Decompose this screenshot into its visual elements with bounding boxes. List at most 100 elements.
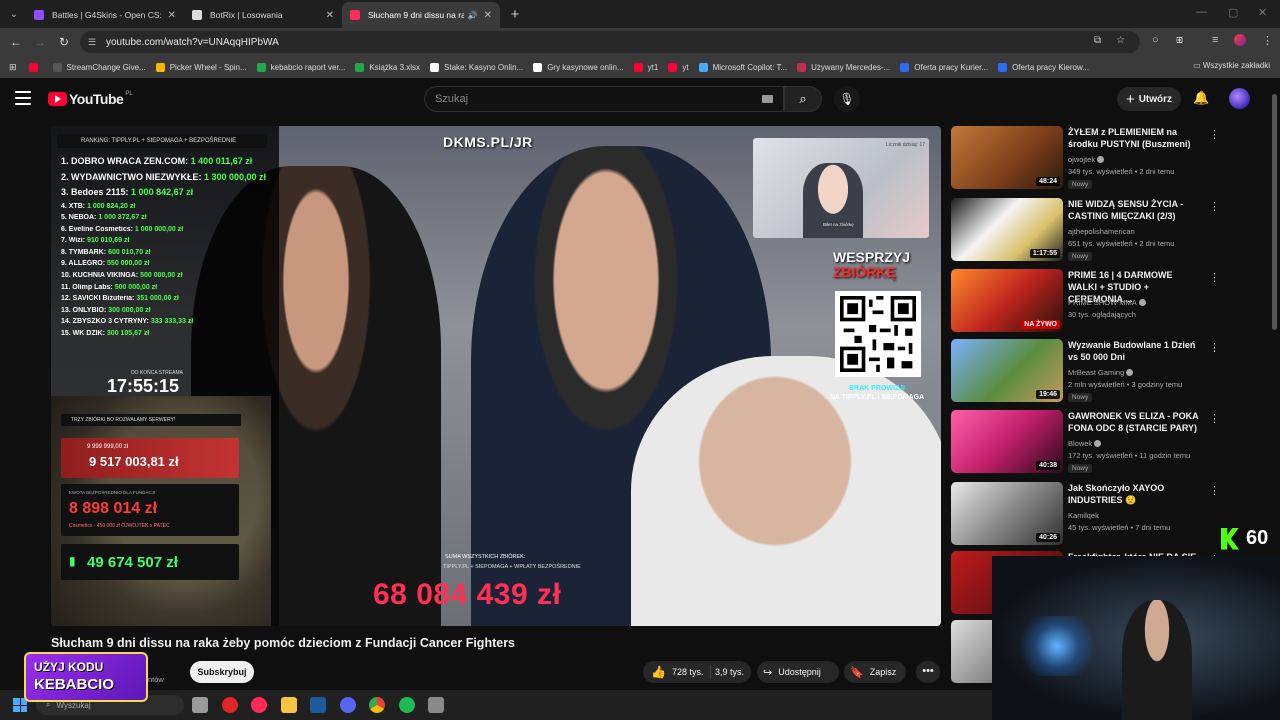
notifications-bell-icon[interactable]: 🔔 <box>1193 90 1209 106</box>
reading-list-icon[interactable]: ≡ <box>1212 34 1218 46</box>
discord-icon[interactable] <box>339 697 356 713</box>
tab-close-icon[interactable]: ✕ <box>168 10 176 21</box>
minimize-icon[interactable]: — <box>1196 6 1207 18</box>
more-options-icon[interactable]: ⋮ <box>1209 271 1220 284</box>
video-thumbnail[interactable]: 48:24 <box>951 126 1063 189</box>
bookmark-item[interactable]: Książka 3.xlsx <box>355 62 420 72</box>
steam-icon[interactable] <box>310 697 326 713</box>
opera-icon[interactable] <box>221 697 238 713</box>
share-button[interactable]: ↪ Udostępnij <box>757 661 839 683</box>
youtube-logo[interactable]: YouTube PL <box>48 91 133 107</box>
bookmark-item[interactable]: kebabcio raport ver... <box>256 62 345 72</box>
chrome-menu-icon[interactable]: ⋮ <box>1262 34 1273 47</box>
back-arrow-icon[interactable]: ← <box>4 35 28 49</box>
file-explorer-icon[interactable] <box>280 697 297 713</box>
browser-tab[interactable]: Battles | G4Skins - Open CS:GO ✕ <box>26 2 184 28</box>
spotify-icon[interactable] <box>398 697 415 713</box>
recommendation-title[interactable]: Jak Skończyło XAYOO INDUSTRIES 😟 <box>1068 482 1204 506</box>
recommendation-title[interactable]: GAWRONEK VS ELIZA - POKA FONA ODC 8 (STA… <box>1068 410 1204 434</box>
opera-gx-icon[interactable] <box>251 697 267 713</box>
bookmark-icon: 🔖 <box>850 666 864 679</box>
search-input[interactable]: Szukaj <box>424 86 784 112</box>
recommendation-title[interactable]: ŻYŁEM z PLEMIENIEM na środku PUSTYNI (Bu… <box>1068 126 1204 150</box>
total-amount: 68 084 439 zł <box>373 578 562 611</box>
settings-icon[interactable] <box>428 697 444 713</box>
recommendation-channel[interactable]: Blowek <box>1068 439 1102 448</box>
forward-arrow-icon[interactable]: → <box>28 35 52 49</box>
bookmark-item[interactable]: StreamChange Give... <box>52 62 146 72</box>
profile-sync-icon[interactable]: ○ <box>1152 34 1159 46</box>
audio-playing-icon[interactable]: 🔊 <box>468 11 478 20</box>
bookmark-item[interactable]: Gry kasynowe onlin... <box>533 62 624 72</box>
new-badge: Nowy <box>1068 252 1093 261</box>
tab-search-chevron-icon[interactable]: ⌄ <box>2 3 26 25</box>
more-options-icon[interactable]: ⋮ <box>1209 412 1220 425</box>
video-thumbnail[interactable]: NA ŻYWO <box>951 269 1063 332</box>
more-options-icon[interactable]: ⋮ <box>1209 128 1220 141</box>
video-thumbnail[interactable]: 40:38 <box>951 410 1063 473</box>
chrome-icon[interactable] <box>369 697 385 713</box>
extensions-icon[interactable]: ⧆ <box>1176 34 1183 47</box>
all-bookmarks-folder[interactable]: ▭ Wszystkie zakładki <box>1193 61 1270 70</box>
recommendation-channel[interactable]: ojwojtek <box>1068 155 1105 164</box>
voice-search-button[interactable]: 🎙 <box>834 86 860 112</box>
tab-close-icon[interactable]: ✕ <box>484 10 492 21</box>
bookmark-item[interactable] <box>28 62 43 72</box>
recommendation-channel[interactable]: Kamilqek <box>1068 511 1099 520</box>
dislike-button[interactable]: 3,9 tys. <box>711 667 744 677</box>
ranking-amount: 550 000,00 zł <box>107 260 150 268</box>
recommendation-channel[interactable]: ajthepolishamerican <box>1068 227 1135 236</box>
maximize-icon[interactable]: ▢ <box>1228 6 1238 19</box>
ranking-name: 14. ZBYSZKO 3 CYTRYNY: <box>61 318 151 326</box>
url-text[interactable]: youtube.com/watch?v=UNAqqHIPbWA <box>106 37 279 48</box>
close-window-icon[interactable]: ✕ <box>1258 6 1267 19</box>
bookmark-item[interactable]: Picker Wheel - Spin... <box>155 62 247 72</box>
menu-hamburger-icon[interactable] <box>15 91 31 105</box>
more-actions-button[interactable]: ••• <box>916 661 940 683</box>
profile-avatar-icon[interactable] <box>1234 34 1246 46</box>
install-app-icon[interactable]: ⧉ <box>1094 35 1101 46</box>
recommendation-title[interactable]: Wyzwanie Budowlane 1 Dzień vs 50 000 Dni <box>1068 339 1204 363</box>
recommendation-channel[interactable]: MrBeast Gaming <box>1068 368 1134 377</box>
browser-tab[interactable]: BotRix | Losowania ✕ <box>184 2 342 28</box>
recommendation-item[interactable]: NA ŻYWO PRIME 16 | 4 DARMOWE WALKI + STUD… <box>951 269 1271 335</box>
bookmark-item[interactable]: Stake: Kasyno Onlin... <box>430 62 523 72</box>
keyboard-icon[interactable] <box>762 95 773 103</box>
video-player[interactable]: RANKING: TIPPLY.PL + SIEPOMAGA + BEZPOŚR… <box>51 126 941 626</box>
browser-tab[interactable]: Słucham 9 dni dissu na raka 🔊 ✕ <box>342 2 500 28</box>
bookmark-item[interactable]: Oferta pracy Kierow... <box>998 62 1089 72</box>
site-info-icon[interactable]: ☰ <box>88 37 104 48</box>
more-options-icon[interactable]: ⋮ <box>1209 200 1220 213</box>
reload-icon[interactable]: ↻ <box>52 35 76 49</box>
new-tab-button[interactable]: + <box>504 6 526 23</box>
recommendation-item[interactable]: 40:38 GAWRONEK VS ELIZA - POKA FONA ODC 8… <box>951 410 1271 476</box>
task-view-icon[interactable] <box>192 697 208 713</box>
recommendation-channel[interactable]: PRIME SHOW MMA <box>1068 298 1146 307</box>
bookmark-item[interactable]: Microsoft Copilot: T... <box>698 62 787 72</box>
recommendation-item[interactable]: 48:24 ŻYŁEM z PLEMIENIEM na środku PUSTYN… <box>951 126 1271 192</box>
page-scrollbar[interactable] <box>1272 94 1277 330</box>
recommendation-item[interactable]: 19:46 Wyzwanie Budowlane 1 Dzień vs 50 00… <box>951 339 1271 405</box>
tab-close-icon[interactable]: ✕ <box>326 10 334 21</box>
recommendation-title[interactable]: NIE WIDZĄ SENSU ŻYCIA - CASTING MIĘCZAKI… <box>1068 198 1204 222</box>
omnibox[interactable]: ☰ youtube.com/watch?v=UNAqqHIPbWA ⧉ ☆ <box>80 31 1140 53</box>
bookmark-item[interactable]: Oferta pracy Kurier... <box>900 62 988 72</box>
more-options-icon[interactable]: ⋮ <box>1209 341 1220 354</box>
like-button[interactable]: 👍 728 tys. <box>643 665 711 679</box>
save-button[interactable]: 🔖 Zapisz <box>844 661 906 683</box>
apps-grid-icon[interactable]: ⊞ <box>9 62 17 73</box>
subscribe-button[interactable]: Subskrybuj <box>190 661 254 683</box>
bookmark-favicon-icon <box>533 62 543 72</box>
video-thumbnail[interactable]: 19:46 <box>951 339 1063 402</box>
recommendation-item[interactable]: 1:17:55 NIE WIDZĄ SENSU ŻYCIA - CASTING M… <box>951 198 1271 264</box>
account-avatar[interactable] <box>1229 88 1250 109</box>
search-button[interactable]: ⌕ <box>784 86 822 112</box>
video-thumbnail[interactable]: 1:17:55 <box>951 198 1063 261</box>
bookmark-item[interactable]: yt1 <box>633 62 658 72</box>
video-thumbnail[interactable]: 40:26 <box>951 482 1063 545</box>
bookmark-item[interactable]: yt <box>668 62 689 72</box>
bookmark-star-icon[interactable]: ☆ <box>1116 35 1125 46</box>
bookmark-item[interactable]: Używany Mercedes-... <box>797 62 890 72</box>
create-button[interactable]: + Utwórz <box>1117 87 1181 111</box>
more-options-icon[interactable]: ⋮ <box>1209 484 1220 497</box>
